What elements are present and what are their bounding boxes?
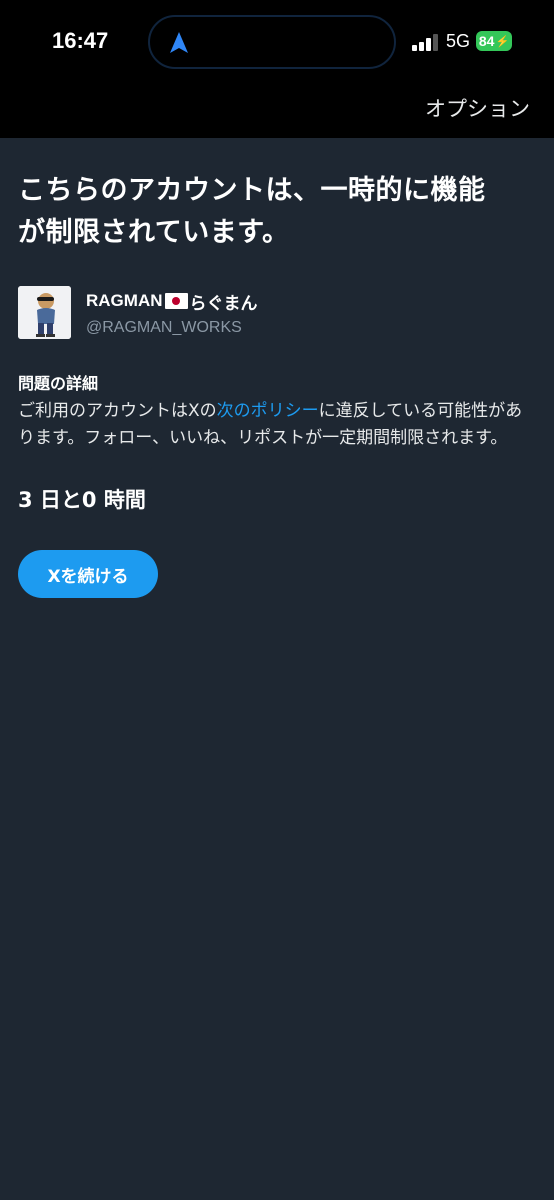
display-name: RAGMAN らぐまん: [86, 289, 258, 314]
account-row: RAGMAN らぐまん @RAGMAN_WORKS: [18, 286, 536, 339]
account-info: RAGMAN らぐまん @RAGMAN_WORKS: [86, 289, 258, 337]
cellular-signal-icon: [412, 33, 440, 51]
display-name-text: RAGMAN: [86, 291, 163, 310]
battery-indicator: 84 ⚡: [476, 31, 512, 51]
status-time: 16:47: [52, 28, 109, 53]
details-heading: 問題の詳細: [18, 374, 99, 393]
options-button[interactable]: オプション: [425, 93, 530, 123]
title-line-1: こちらのアカウントは、一時的に機能: [18, 175, 486, 206]
restriction-notice: こちらのアカウントは、一時的に機能 が制限されています。 RAGMAN らぐまん…: [18, 170, 536, 598]
charging-bolt-icon: ⚡: [495, 35, 510, 48]
account-handle: @RAGMAN_WORKS: [86, 318, 242, 336]
details-text: ご利用のアカウントはXの次のポリシーに違反している可能性があります。フォロー、い…: [18, 398, 534, 452]
battery-level: 84: [478, 33, 495, 49]
avatar-figure-icon: [18, 286, 71, 339]
top-bar: 16:47 5G 84 ⚡ オプション: [0, 0, 554, 138]
policy-link[interactable]: 次のポリシー: [217, 401, 319, 421]
navigation-arrow-icon: [170, 32, 188, 53]
restriction-countdown: 3 日と0 時間: [18, 488, 146, 512]
page-title: こちらのアカウントは、一時的に機能 が制限されています。: [18, 170, 536, 254]
avatar[interactable]: [18, 286, 71, 339]
details-text-start: ご利用のアカウントはXの: [18, 401, 217, 421]
japan-flag-icon: [164, 293, 188, 309]
network-type: 5G: [446, 31, 471, 51]
display-name-kana: らぐまん: [189, 293, 258, 314]
status-bar: 16:47 5G 84 ⚡: [0, 0, 554, 84]
continue-to-x-button[interactable]: Xを続ける: [18, 550, 158, 598]
title-line-2: が制限されています。: [18, 217, 290, 248]
dynamic-island[interactable]: [148, 15, 396, 69]
